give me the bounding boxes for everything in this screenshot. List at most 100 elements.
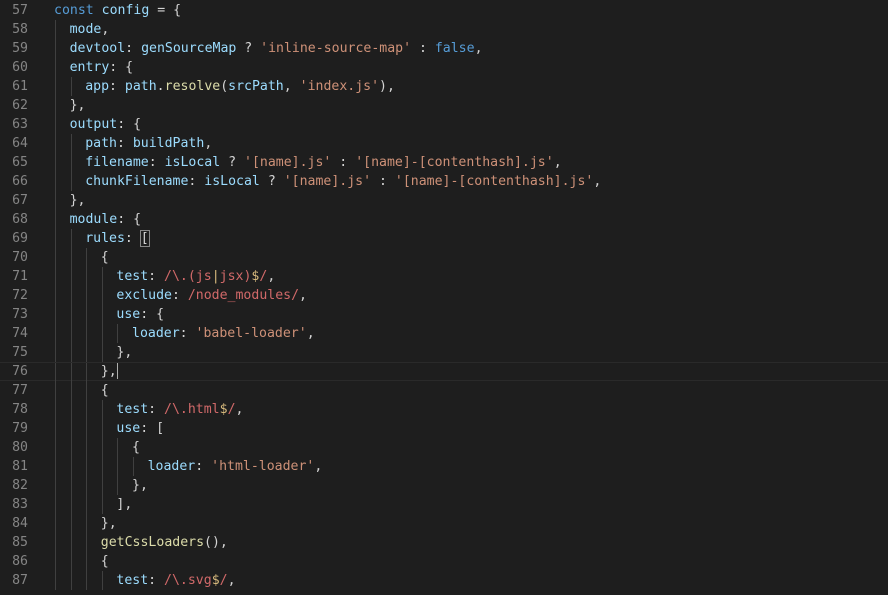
code-token: /\.svg [164, 573, 212, 588]
code-token: resolve [164, 79, 221, 94]
code-line[interactable]: 74 loader: 'babel-loader', [0, 324, 888, 343]
code-token: false [434, 41, 475, 56]
code-line[interactable]: 61 app: path.resolve(srcPath, 'index.js')… [0, 77, 888, 96]
code-line[interactable]: 84}, [0, 514, 888, 533]
indent-guide [55, 229, 56, 248]
code-token: , [204, 136, 213, 151]
line-number: 84 [12, 516, 28, 531]
line-number: 85 [12, 535, 28, 550]
code-text: { [101, 552, 109, 571]
code-line[interactable]: 73 use: { [0, 305, 888, 324]
code-token: | [211, 269, 220, 284]
code-token: $ [211, 573, 220, 588]
code-token: /\.(js [164, 269, 212, 284]
code-text: chunkFilename: isLocal ? '[name].js' : '… [85, 172, 601, 191]
indent-guide [101, 419, 103, 438]
code-token: = { [149, 3, 182, 18]
code-token: '[name]-[contenthash].js' [355, 155, 554, 170]
indent-guide [86, 495, 88, 514]
line-number: 68 [12, 212, 28, 227]
code-line[interactable]: 79 use: [ [0, 419, 888, 438]
indent-guide [55, 324, 56, 343]
code-line[interactable]: 62}, [0, 96, 888, 115]
code-token: test [116, 269, 149, 284]
code-token: , [314, 459, 323, 474]
indent-guide [55, 286, 56, 305]
code-token: $ [219, 402, 228, 417]
code-line[interactable]: 78 test: /\.html$/, [0, 400, 888, 419]
code-token: chunkFilename [85, 174, 189, 189]
code-line[interactable]: 57 const config = { [0, 1, 888, 20]
code-token: : [195, 459, 212, 474]
code-line[interactable]: 72 exclude: /node_modules/, [0, 286, 888, 305]
code-line[interactable]: 81 loader: 'html-loader', [0, 457, 888, 476]
code-text: mode, [70, 20, 110, 39]
code-line[interactable]: 60 entry: { [0, 58, 888, 77]
code-token: path [124, 79, 157, 94]
code-editor[interactable]: 57 const config = {58 mode, 59 devtool: genS… [0, 0, 888, 595]
indent-guide [55, 77, 56, 96]
indent-guide [86, 286, 88, 305]
code-token: /node_modules/ [187, 288, 300, 303]
line-number: 69 [12, 231, 28, 246]
code-line[interactable]: 87 test: /\.svg$/, [0, 571, 888, 590]
line-number: 65 [12, 155, 28, 170]
indent-guide [101, 343, 103, 362]
code-line[interactable]: 85 getCssLoaders(), [0, 533, 888, 552]
code-line[interactable]: 69 rules: [ [0, 229, 888, 248]
code-token: , [267, 269, 276, 284]
indent-guide [117, 438, 119, 457]
code-token: module [69, 212, 118, 227]
code-line[interactable]: 64 path: buildPath, [0, 134, 888, 153]
code-token: { [100, 383, 109, 398]
indent-guide [70, 419, 72, 438]
code-line[interactable]: 58 mode, [0, 20, 888, 39]
code-line[interactable]: 76}, [0, 362, 888, 382]
indent-guide [55, 39, 56, 58]
code-line[interactable]: 82}, [0, 476, 888, 495]
indent-guide [117, 324, 119, 343]
code-line[interactable]: 65 filename: isLocal ? '[name].js' : '[na… [0, 153, 888, 172]
indent-guide [55, 533, 56, 552]
code-line[interactable]: 86 { [0, 552, 888, 571]
code-token: config [101, 3, 150, 18]
code-line[interactable]: 66 chunkFilename: isLocal ? '[name].js' :… [0, 172, 888, 191]
line-number: 71 [12, 269, 28, 284]
code-token: . [156, 79, 165, 94]
code-line[interactable]: 67}, [0, 191, 888, 210]
indent-guide [86, 305, 88, 324]
indent-guide [55, 172, 56, 191]
code-token: isLocal [164, 155, 221, 170]
code-line[interactable]: 70 { [0, 248, 888, 267]
indent-guide [70, 248, 72, 267]
code-line[interactable]: 63 output: { [0, 115, 888, 134]
code-line[interactable]: 68 module: { [0, 210, 888, 229]
line-number: 80 [12, 440, 28, 455]
indent-guide [55, 343, 56, 362]
code-line[interactable]: 77 { [0, 381, 888, 400]
indent-guide [101, 495, 103, 514]
code-line[interactable]: 75}, [0, 343, 888, 362]
code-token: }, [100, 364, 117, 379]
indent-guide [86, 533, 88, 552]
code-line[interactable]: 59 devtool: genSourceMap ? 'inline-source… [0, 39, 888, 58]
code-token: / [227, 402, 236, 417]
code-token: getCssLoaders [100, 535, 205, 550]
indent-guide [70, 363, 72, 382]
code-line[interactable]: 71 test: /\.(js|jsx)$/, [0, 267, 888, 286]
indent-guide [55, 134, 56, 153]
indent-guide [55, 381, 56, 400]
line-number: 57 [12, 3, 28, 18]
indent-guide [70, 172, 72, 191]
indent-guide [70, 476, 72, 495]
code-text: loader: 'babel-loader', [132, 324, 315, 343]
indent-guide [55, 153, 56, 172]
indent-guide [133, 457, 134, 476]
indent-guide [70, 438, 72, 457]
code-line[interactable]: 80 { [0, 438, 888, 457]
code-token: isLocal [204, 174, 260, 189]
code-text: ], [116, 495, 132, 514]
code-line[interactable]: 83], [0, 495, 888, 514]
indent-guide [70, 381, 72, 400]
line-number: 62 [12, 98, 28, 113]
